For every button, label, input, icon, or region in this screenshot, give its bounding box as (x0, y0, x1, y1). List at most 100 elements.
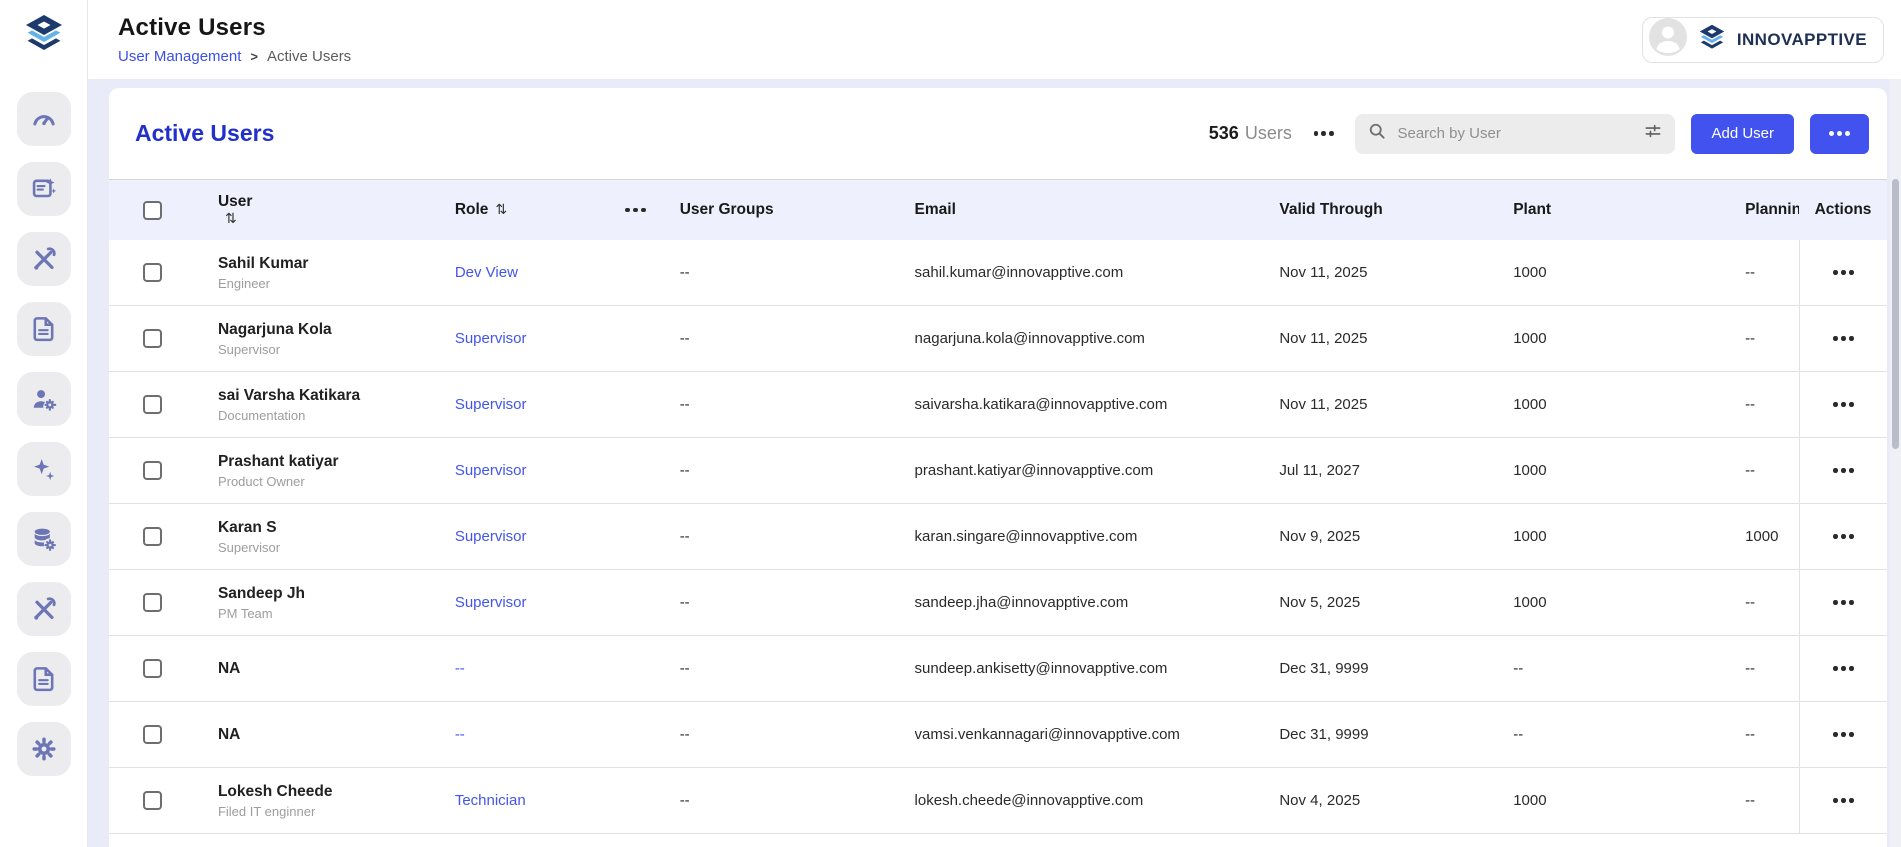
user-groups-cell: -- (680, 768, 915, 833)
brand-name: INNOVAPPTIVE (1737, 30, 1867, 50)
plant-cell: 1000 (1513, 372, 1745, 437)
sidebar-item-tools-2[interactable] (17, 582, 71, 636)
sort-icon[interactable]: ⇅ (225, 211, 237, 227)
role-link[interactable]: Supervisor (455, 396, 527, 413)
planning-cell: -- (1745, 240, 1799, 305)
row-checkbox[interactable] (143, 527, 162, 546)
columns-menu-icon[interactable] (624, 208, 648, 213)
sidebar-item-ai[interactable] (17, 442, 71, 496)
role-link[interactable]: -- (455, 726, 465, 743)
app-logo[interactable] (21, 12, 67, 58)
row-actions-button[interactable] (1828, 266, 1860, 279)
row-actions-button[interactable] (1828, 398, 1860, 411)
row-actions-button[interactable] (1828, 530, 1860, 543)
sidebar-item-dashboard[interactable] (17, 92, 71, 146)
search-input[interactable] (1397, 125, 1633, 142)
sidebar-item-data-management[interactable] (17, 512, 71, 566)
screen: Active Users User Management > Active Us… (0, 0, 1901, 847)
count-menu-button[interactable] (1308, 127, 1340, 140)
row-actions-button[interactable] (1828, 332, 1860, 345)
sort-icon[interactable]: ⇅ (495, 202, 507, 218)
search-box[interactable] (1355, 114, 1675, 154)
plant-cell: -- (1513, 702, 1745, 767)
planning-cell: -- (1745, 438, 1799, 503)
plant-cell: 1000 (1513, 504, 1745, 569)
row-checkbox[interactable] (143, 593, 162, 612)
sidebar-item-documents-2[interactable] (17, 652, 71, 706)
plant-cell: -- (1513, 636, 1745, 701)
column-header-groups: User Groups (680, 180, 915, 240)
user-name: Prashant katiyar (218, 452, 339, 471)
sidebar-item-documents[interactable] (17, 302, 71, 356)
user-groups-cell: -- (680, 240, 915, 305)
user-subtitle: Documentation (218, 408, 305, 423)
column-header-user[interactable]: User⇅ (218, 180, 455, 240)
email-cell: sundeep.ankisetty@innovapptive.com (915, 636, 1280, 701)
user-name: sai Varsha Katikara (218, 386, 360, 405)
row-actions-button[interactable] (1828, 662, 1860, 675)
valid-through-cell: Nov 11, 2025 (1279, 306, 1513, 371)
row-checkbox[interactable] (143, 461, 162, 480)
user-groups-cell: -- (680, 504, 915, 569)
column-header-valid: Valid Through (1279, 180, 1513, 240)
row-actions-button[interactable] (1828, 794, 1860, 807)
email-cell: lokesh.cheede@innovapptive.com (915, 768, 1280, 833)
column-header-plant: Plant (1513, 180, 1745, 240)
breadcrumb-current: Active Users (267, 48, 351, 65)
column-header-role[interactable]: Role ⇅ (455, 180, 624, 240)
role-link[interactable]: Dev View (455, 264, 518, 281)
planning-cell: -- (1745, 306, 1799, 371)
more-actions-button[interactable] (1810, 114, 1869, 154)
user-name: Sahil Kumar (218, 254, 308, 273)
gear-icon (30, 735, 58, 763)
user-groups-cell: -- (680, 372, 915, 437)
document-icon (30, 665, 58, 693)
email-cell: vamsi.venkannagari@innovapptive.com (915, 702, 1280, 767)
column-label: Role (455, 201, 489, 219)
role-link[interactable]: Technician (455, 792, 526, 809)
profile-card[interactable]: INNOVAPPTIVE (1642, 17, 1884, 63)
user-name: Karan S (218, 518, 277, 537)
sidebar-item-settings[interactable] (17, 722, 71, 776)
add-user-button[interactable]: Add User (1691, 114, 1794, 154)
row-checkbox[interactable] (143, 791, 162, 810)
sidebar-item-tools[interactable] (17, 232, 71, 286)
select-all-checkbox[interactable] (143, 201, 162, 220)
role-link[interactable]: Supervisor (455, 330, 527, 347)
role-link[interactable]: Supervisor (455, 594, 527, 611)
user-subtitle: Supervisor (218, 540, 280, 555)
row-actions-button[interactable] (1828, 596, 1860, 609)
row-checkbox[interactable] (143, 725, 162, 744)
column-label: Valid Through (1279, 201, 1382, 219)
avatar (1649, 18, 1687, 61)
ellipsis-icon (1832, 732, 1856, 737)
document-sparkle-icon (30, 175, 58, 203)
role-link[interactable]: -- (455, 660, 465, 677)
table-row: Sandeep Jh PM Team Supervisor -- sandeep… (109, 570, 1887, 636)
column-label: Plant (1513, 201, 1551, 219)
role-link[interactable]: Supervisor (455, 462, 527, 479)
row-checkbox[interactable] (143, 659, 162, 678)
scrollbar[interactable] (1890, 79, 1901, 847)
row-actions-button[interactable] (1828, 728, 1860, 741)
breadcrumb-user-management[interactable]: User Management (118, 48, 241, 65)
row-checkbox[interactable] (143, 329, 162, 348)
scrollbar-thumb[interactable] (1892, 179, 1899, 449)
filter-sliders-icon[interactable] (1643, 121, 1663, 146)
role-link[interactable]: Supervisor (455, 528, 527, 545)
row-checkbox[interactable] (143, 263, 162, 282)
user-count-value: 536 (1209, 123, 1239, 143)
row-actions-button[interactable] (1828, 464, 1860, 477)
table-row: sai Varsha Katikara Documentation Superv… (109, 372, 1887, 438)
user-gear-icon (30, 385, 58, 413)
column-header-email: Email (915, 180, 1280, 240)
email-cell: karan.singare@innovapptive.com (915, 504, 1280, 569)
column-header-menu[interactable] (624, 180, 680, 240)
plant-cell: 1000 (1513, 240, 1745, 305)
sidebar-item-user-management[interactable] (17, 372, 71, 426)
row-checkbox[interactable] (143, 395, 162, 414)
table-row: Sahil Kumar Engineer Dev View -- sahil.k… (109, 240, 1887, 306)
planning-cell: -- (1745, 570, 1799, 635)
sidebar-item-work-instructions[interactable] (17, 162, 71, 216)
database-gear-icon (30, 525, 58, 553)
